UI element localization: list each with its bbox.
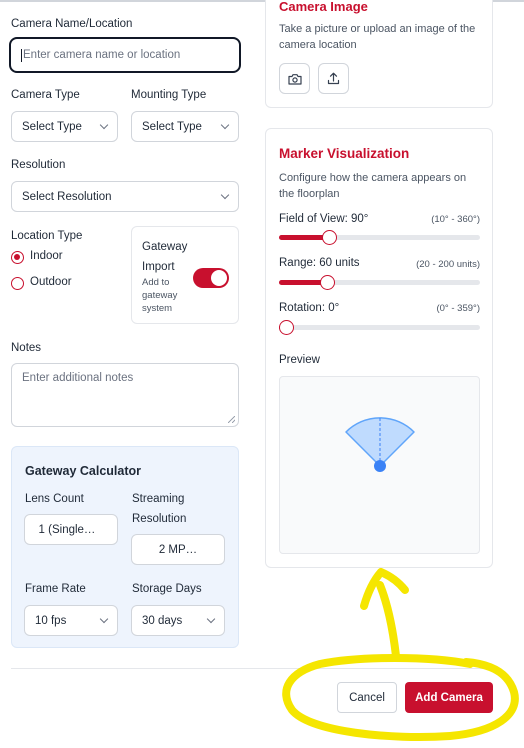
camera-type-select[interactable]: Select Type [11,111,118,142]
camera-image-desc-2: camera location [279,39,357,51]
notes-label: Notes [11,342,42,354]
storage-days-value: 30 days [142,614,183,627]
gateway-import-desc-1: Add to [142,277,170,288]
camera-image-title: Camera Image [279,0,368,14]
chevron-down-icon [206,614,216,623]
camera-name-label: Camera Name/Location [11,18,133,30]
calculator-title: Gateway Calculator [25,464,142,478]
rotation-range: (0° - 359°) [436,303,480,314]
footer-divider [11,668,493,669]
range-slider-thumb[interactable] [320,275,335,290]
camera-marker-preview [345,417,415,472]
camera-name-placeholder: Enter camera name or location [23,49,181,61]
gateway-import-toggle[interactable] [193,268,229,288]
marker-title: Marker Visualization [279,146,410,161]
mounting-type-label: Mounting Type [131,89,207,101]
camera-image-desc-1: Take a picture or upload an image of the [279,23,476,35]
radio-indoor[interactable] [11,251,24,264]
cancel-button[interactable]: Cancel [337,682,397,713]
lens-count-label: Lens Count [25,493,84,505]
range-slider[interactable] [279,275,480,290]
lens-count-select[interactable]: 1 (Single… [24,514,118,545]
streaming-label-1: Streaming [132,493,185,505]
chevron-down-icon [99,614,109,623]
fov-slider-thumb[interactable] [322,230,337,245]
take-picture-button[interactable] [279,63,310,94]
storage-days-select[interactable]: 30 days [131,605,225,636]
fov-slider[interactable] [279,230,480,245]
streaming-resolution-select[interactable]: 2 MP… [131,534,225,565]
add-camera-button[interactable]: Add Camera [405,682,493,713]
notes-textarea[interactable]: Enter additional notes [11,363,239,427]
upload-image-button[interactable] [318,63,349,94]
annotation-arrow-icon [360,568,409,660]
gateway-title: Gateway [142,241,188,253]
gateway-import-label: Import [142,261,175,273]
range-label: Range: 60 units [279,257,360,269]
rotation-slider-thumb[interactable] [279,320,294,335]
rotation-label: Rotation: 0° [279,302,340,314]
chevron-down-icon [220,190,230,199]
rotation-slider[interactable] [279,320,480,335]
camera-icon [287,73,302,85]
frame-rate-label: Frame Rate [25,583,86,595]
marker-desc-2: the floorplan [279,188,340,200]
text-caret [21,48,22,62]
streaming-label-2: Resolution [132,513,187,525]
chevron-down-icon [99,120,109,129]
gateway-import-desc-2: gateway [142,290,178,301]
storage-days-label: Storage Days [132,583,202,595]
camera-dot [374,460,386,472]
frame-rate-value: 10 fps [35,614,67,627]
preview-label: Preview [279,354,320,366]
marker-visualization-card: Marker Visualization Configure how the c… [265,128,493,568]
gateway-card: Gateway Import Add to gateway system [131,226,239,324]
resolution-label: Resolution [11,159,66,171]
resolution-value: Select Resolution [22,190,112,203]
gateway-import-desc-3: system [142,303,173,314]
radio-outdoor[interactable] [11,277,24,290]
camera-name-input[interactable]: Enter camera name or location [9,37,241,73]
preview-canvas [279,376,480,554]
camera-type-value: Select Type [22,120,82,133]
gateway-calculator: Gateway Calculator Lens Count 1 (Single…… [11,446,239,648]
resize-handle-icon[interactable] [228,416,235,423]
lens-count-value: 1 (Single… [38,523,96,536]
notes-placeholder: Enter additional notes [22,372,134,384]
camera-image-card: Camera Image Take a picture or upload an… [265,0,493,108]
streaming-resolution-value: 2 MP… [158,543,198,556]
radio-outdoor-label[interactable]: Outdoor [30,276,72,288]
range-range: (20 - 200 units) [416,259,480,270]
resolution-select[interactable]: Select Resolution [11,181,239,212]
fov-range: (10° - 360°) [431,214,480,225]
mounting-type-value: Select Type [142,120,202,133]
mounting-type-select[interactable]: Select Type [131,111,239,142]
radio-indoor-label[interactable]: Indoor [30,250,63,262]
camera-type-label: Camera Type [11,89,80,101]
location-type-label: Location Type [11,230,83,242]
upload-icon [327,72,340,85]
marker-desc-1: Configure how the camera appears on [279,172,467,184]
chevron-down-icon [220,120,230,129]
frame-rate-select[interactable]: 10 fps [24,605,118,636]
fov-label: Field of View: 90° [279,213,369,225]
